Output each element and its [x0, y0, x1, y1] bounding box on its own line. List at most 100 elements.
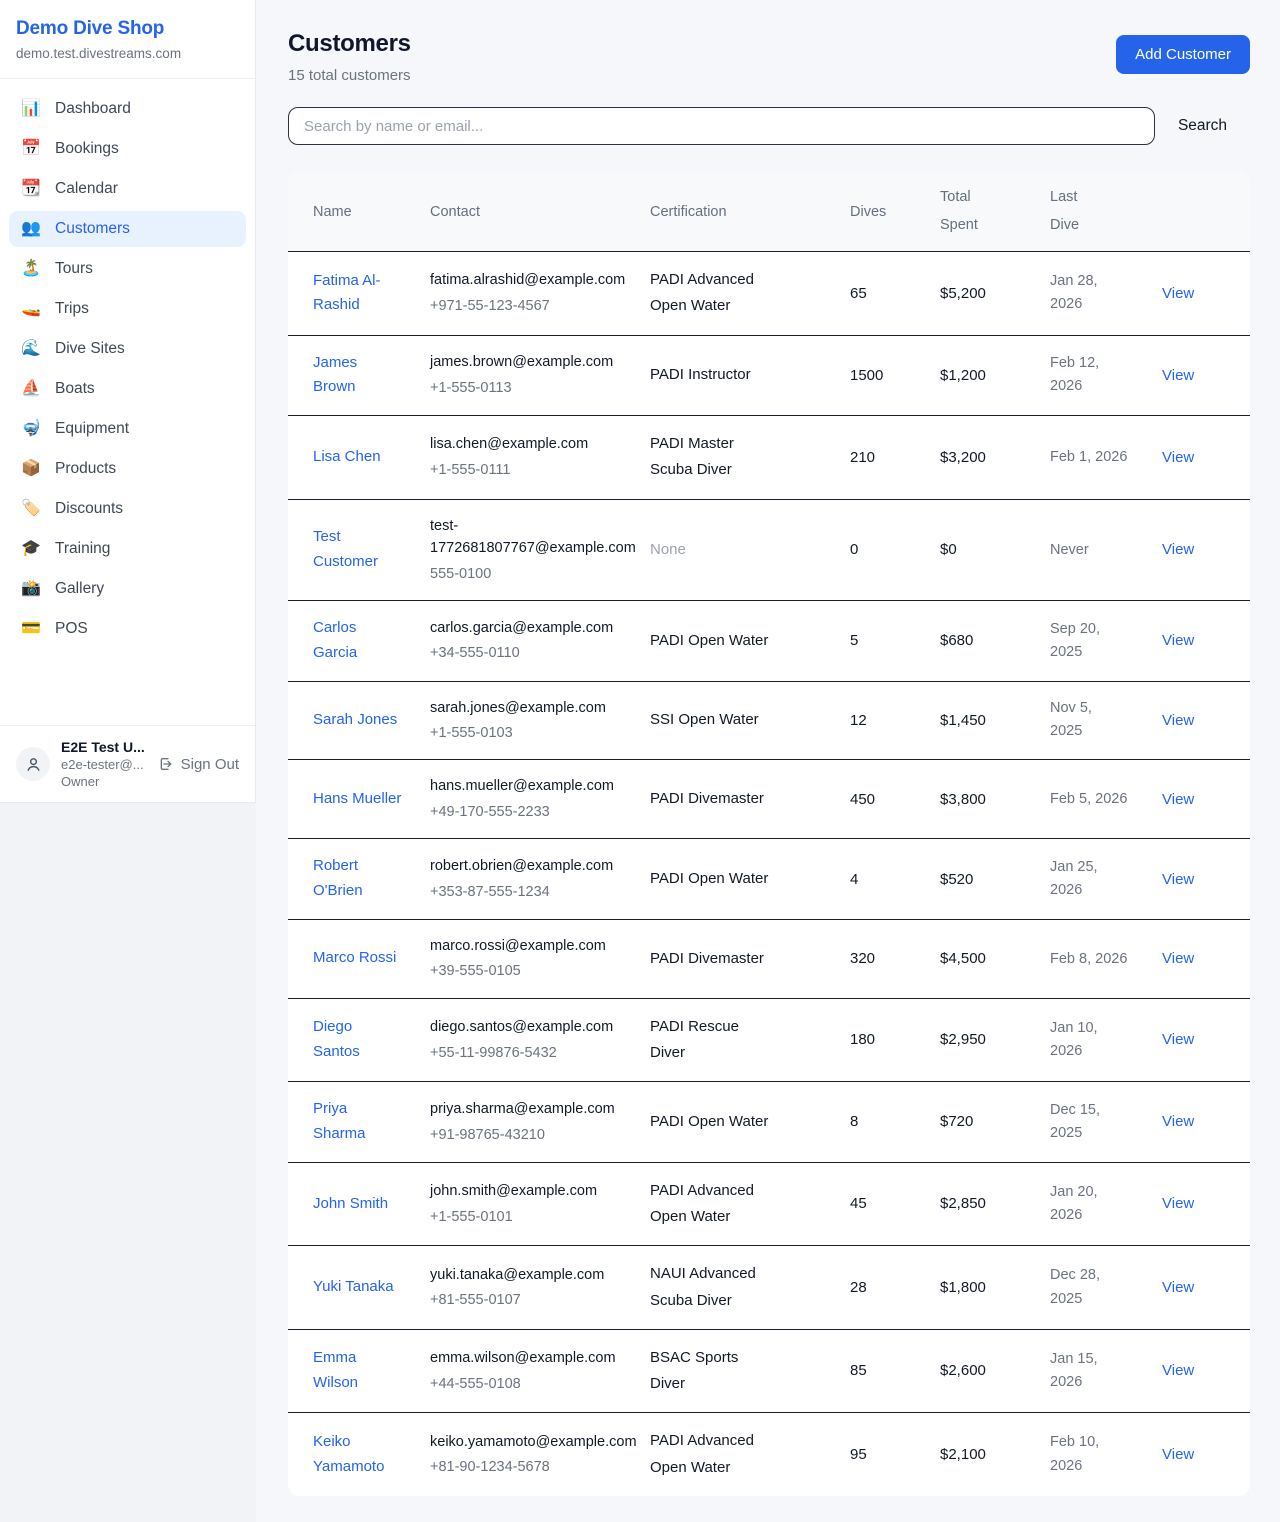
sidebar-item-dashboard[interactable]: 📊Dashboard [9, 91, 246, 127]
customer-name-link[interactable]: Diego Santos [313, 1015, 403, 1065]
total-spent-cell: $720 [928, 1082, 1038, 1163]
certification-value: NAUI Advanced Scuba Diver [650, 1261, 772, 1314]
certification-cell: PADI Divemaster [638, 760, 838, 839]
table-row: Lisa Chenlisa.chen@example.com+1-555-011… [288, 416, 1250, 500]
sidebar-item-equipment[interactable]: 🤿Equipment [9, 411, 246, 447]
user-email: e2e-tester@... [61, 757, 147, 772]
view-link[interactable]: View [1162, 367, 1194, 384]
bar-chart-icon: 📊 [20, 101, 42, 117]
sidebar-item-tours[interactable]: 🏝️Tours [9, 251, 246, 287]
dives-value: 12 [850, 712, 867, 729]
view-link[interactable]: View [1162, 1195, 1194, 1212]
view-link[interactable]: View [1162, 632, 1194, 649]
customer-name-link[interactable]: Yuki Tanaka [313, 1275, 394, 1300]
search-button[interactable]: Search [1155, 109, 1250, 143]
table-header-row: NameContactCertificationDivesTotal Spent… [288, 172, 1250, 252]
certification-value: PADI Advanced Open Water [650, 1428, 772, 1481]
sidebar-item-gallery[interactable]: 📸Gallery [9, 571, 246, 607]
credit-card-icon: 💳 [20, 621, 42, 637]
table-row: Hans Muellerhans.mueller@example.com+49-… [288, 760, 1250, 839]
dives-cell: 45 [838, 1162, 928, 1246]
customer-count: 15 total customers [288, 67, 411, 84]
customer-name-link[interactable]: James Brown [313, 351, 403, 401]
sidebar-item-customers[interactable]: 👥Customers [9, 211, 246, 247]
dives-cell: 8 [838, 1082, 928, 1163]
total-spent-cell: $3,800 [928, 760, 1038, 839]
view-link[interactable]: View [1162, 950, 1194, 967]
view-link[interactable]: View [1162, 1446, 1194, 1463]
sidebar-item-dive-sites[interactable]: 🌊Dive Sites [9, 331, 246, 367]
table-row: Yuki Tanakayuki.tanaka@example.com+81-55… [288, 1246, 1250, 1330]
dives-value: 45 [850, 1195, 867, 1212]
sidebar-item-products[interactable]: 📦Products [9, 451, 246, 487]
dives-value: 1500 [850, 367, 883, 384]
customer-phone: +39-555-0105 [430, 960, 626, 982]
view-link[interactable]: View [1162, 285, 1194, 302]
customer-email: carlos.garcia@example.com [430, 617, 626, 639]
table-row: Emma Wilsonemma.wilson@example.com+44-55… [288, 1329, 1250, 1413]
customer-name-link[interactable]: Robert O'Brien [313, 854, 403, 904]
customer-name-link[interactable]: Fatima Al-Rashid [313, 269, 403, 319]
sidebar-item-bookings[interactable]: 📅Bookings [9, 131, 246, 167]
last-dive-cell: Jan 15, 2026 [1038, 1329, 1150, 1413]
customer-name-link[interactable]: Marco Rossi [313, 946, 396, 971]
certification-value: PADI Open Water [650, 628, 768, 654]
customer-email: marco.rossi@example.com [430, 935, 626, 957]
customer-name-link[interactable]: Priya Sharma [313, 1097, 403, 1147]
dives-value: 28 [850, 1279, 867, 1296]
sidebar-item-calendar[interactable]: 📆Calendar [9, 171, 246, 207]
sidebar-item-pos[interactable]: 💳POS [9, 611, 246, 647]
sidebar-item-trips[interactable]: 🚤Trips [9, 291, 246, 327]
dives-cell: 12 [838, 681, 928, 760]
customer-name-link[interactable]: Test Customer [313, 525, 403, 575]
certification-cell: None [638, 499, 838, 600]
view-link[interactable]: View [1162, 791, 1194, 808]
customer-name-link[interactable]: John Smith [313, 1192, 388, 1217]
customer-name-link[interactable]: Hans Mueller [313, 787, 401, 812]
view-link[interactable]: View [1162, 871, 1194, 888]
last-dive-cell: Jan 28, 2026 [1038, 252, 1150, 336]
action-cell: View [1150, 601, 1250, 682]
view-link[interactable]: View [1162, 712, 1194, 729]
customer-name-cell: Hans Mueller [288, 760, 418, 839]
customer-name-cell: Marco Rossi [288, 919, 418, 998]
sign-out-button[interactable]: Sign Out [158, 756, 239, 773]
view-link[interactable]: View [1162, 449, 1194, 466]
dives-value: 0 [850, 541, 858, 558]
contact-cell: james.brown@example.com+1-555-0113 [418, 335, 638, 416]
customer-email: robert.obrien@example.com [430, 855, 626, 877]
contact-cell: robert.obrien@example.com+353-87-555-123… [418, 839, 638, 920]
dives-value: 180 [850, 1031, 875, 1048]
sidebar-item-training[interactable]: 🎓Training [9, 531, 246, 567]
customer-name-link[interactable]: Emma Wilson [313, 1346, 403, 1396]
total-spent-cell: $5,200 [928, 252, 1038, 336]
column-header: Certification [638, 172, 838, 252]
last-dive-value: Feb 1, 2026 [1050, 446, 1127, 469]
view-link[interactable]: View [1162, 541, 1194, 558]
table-row: Carlos Garciacarlos.garcia@example.com+3… [288, 601, 1250, 682]
customer-name-link[interactable]: Carlos Garcia [313, 616, 403, 666]
view-link[interactable]: View [1162, 1113, 1194, 1130]
sidebar-item-discounts[interactable]: 🏷️Discounts [9, 491, 246, 527]
view-link[interactable]: View [1162, 1031, 1194, 1048]
customer-name-cell: Yuki Tanaka [288, 1246, 418, 1330]
view-link[interactable]: View [1162, 1362, 1194, 1379]
sidebar-item-boats[interactable]: ⛵Boats [9, 371, 246, 407]
sidebar-item-label: Boats [55, 380, 95, 398]
total-spent-value: $1,200 [940, 367, 986, 384]
customer-name-link[interactable]: Keiko Yamamoto [313, 1430, 403, 1480]
total-spent-cell: $680 [928, 601, 1038, 682]
contact-cell: diego.santos@example.com+55-11-99876-543… [418, 998, 638, 1082]
search-input[interactable] [288, 107, 1155, 145]
customer-name-link[interactable]: Lisa Chen [313, 445, 381, 470]
certification-cell: PADI Master Scuba Diver [638, 416, 838, 500]
view-link[interactable]: View [1162, 1279, 1194, 1296]
customer-name-link[interactable]: Sarah Jones [313, 708, 397, 733]
customer-phone: 555-0100 [430, 563, 626, 585]
last-dive-value: Nov 5, 2025 [1050, 697, 1128, 743]
contact-cell: sarah.jones@example.com+1-555-0103 [418, 681, 638, 760]
dives-value: 4 [850, 871, 858, 888]
add-customer-button[interactable]: Add Customer [1116, 35, 1250, 74]
last-dive-cell: Feb 12, 2026 [1038, 335, 1150, 416]
tag-icon: 🏷️ [20, 501, 42, 517]
